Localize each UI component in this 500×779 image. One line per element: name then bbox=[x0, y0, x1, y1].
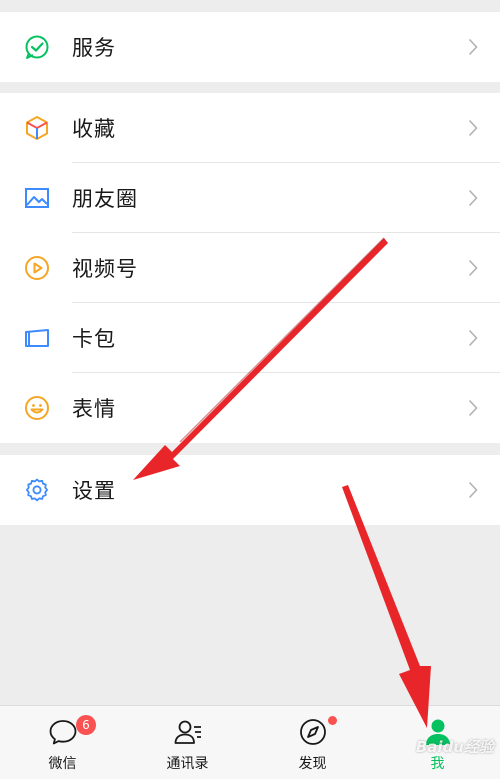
menu-item-label: 服务 bbox=[72, 36, 116, 60]
favorites-cube-icon bbox=[24, 115, 50, 141]
chevron-right-icon bbox=[468, 119, 478, 137]
chevron-right-icon bbox=[468, 189, 478, 207]
tab-contacts[interactable]: 通讯录 bbox=[125, 706, 250, 779]
menu-item-label: 朋友圈 bbox=[72, 187, 138, 211]
chevron-right-icon bbox=[468, 399, 478, 417]
menu-item-label: 表情 bbox=[72, 397, 116, 421]
tab-label: 通讯录 bbox=[166, 756, 209, 772]
new-dot-badge bbox=[328, 716, 337, 725]
chevron-right-icon bbox=[468, 481, 478, 499]
tab-label: 微信 bbox=[48, 756, 77, 772]
chat-bubble-icon bbox=[47, 716, 79, 748]
sticker-smile-icon bbox=[24, 395, 50, 421]
tab-discover[interactable]: 发现 bbox=[250, 706, 375, 779]
menu-item-stickers[interactable]: 表情 bbox=[0, 373, 500, 443]
moments-picture-icon bbox=[24, 185, 50, 211]
menu-item-label: 视频号 bbox=[72, 257, 138, 281]
menu-item-moments[interactable]: 朋友圈 bbox=[0, 163, 500, 233]
compass-icon bbox=[297, 716, 329, 748]
watermark: Baidu经验 bbox=[415, 738, 494, 756]
menu-item-label: 设置 bbox=[72, 479, 116, 503]
chevron-right-icon bbox=[468, 38, 478, 56]
chevron-right-icon bbox=[468, 259, 478, 277]
features-group: 收藏 朋友圈 视频号 卡包 表情 bbox=[0, 93, 500, 443]
top-spacer bbox=[0, 0, 500, 12]
service-group: 服务 bbox=[0, 12, 500, 82]
contacts-icon bbox=[172, 716, 204, 748]
unread-badge: 6 bbox=[76, 715, 96, 735]
service-icon bbox=[24, 34, 50, 60]
tab-chats[interactable]: 6 微信 bbox=[0, 706, 125, 779]
settings-group: 设置 bbox=[0, 455, 500, 525]
menu-item-label: 收藏 bbox=[72, 117, 116, 141]
gear-icon bbox=[24, 477, 50, 503]
tab-label: 发现 bbox=[298, 756, 327, 772]
menu-item-service[interactable]: 服务 bbox=[0, 12, 500, 82]
menu-item-card-wallet[interactable]: 卡包 bbox=[0, 303, 500, 373]
card-wallet-icon bbox=[24, 325, 50, 351]
chevron-right-icon bbox=[468, 329, 478, 347]
menu-item-favorites[interactable]: 收藏 bbox=[0, 93, 500, 163]
menu-item-settings[interactable]: 设置 bbox=[0, 455, 500, 525]
menu-item-channels[interactable]: 视频号 bbox=[0, 233, 500, 303]
menu-item-label: 卡包 bbox=[72, 327, 116, 351]
channels-play-icon bbox=[24, 255, 50, 281]
